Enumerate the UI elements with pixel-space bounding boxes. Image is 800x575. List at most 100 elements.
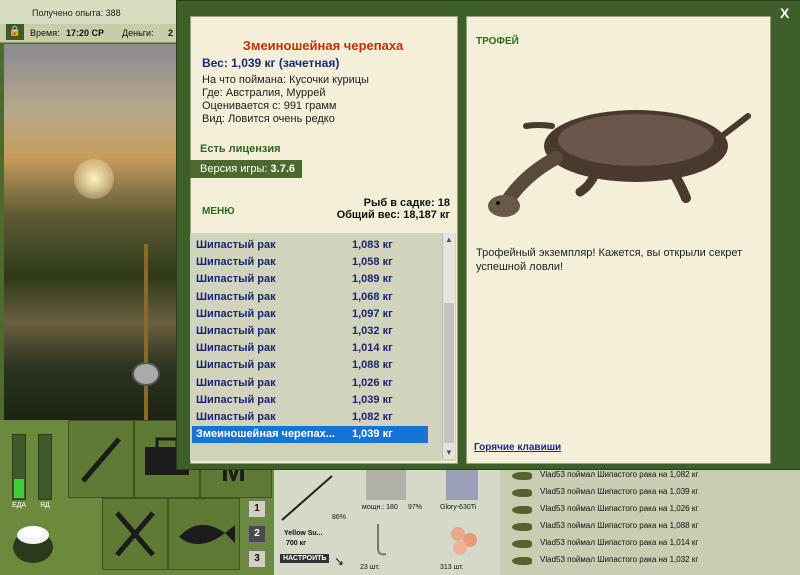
log-line: Vlad53 поймал Шипастого рака на 1,032 кг — [540, 555, 699, 564]
scroll-down-icon[interactable]: ▼ — [445, 448, 453, 457]
catch-name: Шипастый рак — [196, 342, 276, 355]
fish-icon — [512, 506, 532, 514]
fishing-scene[interactable] — [4, 44, 176, 420]
catch-location: Где: Австралия, Муррей — [202, 87, 326, 99]
reel-info: мощн.: 180 — [362, 504, 398, 511]
rod-name: Yellow Su... — [284, 530, 323, 537]
trophy-panel — [466, 16, 771, 464]
version-label: Версия игры: — [200, 163, 268, 175]
catch-list-row[interactable]: Шипастый рак 1,032 кг — [192, 323, 428, 340]
lock-icon[interactable]: 🔒 — [6, 24, 24, 40]
fish-icon — [512, 472, 532, 480]
catch-weight: 1,014 кг — [352, 342, 393, 355]
bait-icon — [451, 527, 477, 555]
fish-icon — [512, 489, 532, 497]
line-name: Glory-630Ti — [440, 504, 477, 511]
rod-image — [144, 244, 148, 420]
catch-name: Шипастый рак — [196, 393, 276, 406]
catch-list-row[interactable]: Шипастый рак 1,058 кг — [192, 254, 428, 271]
fish-icon — [179, 524, 235, 545]
rod-icon — [281, 475, 333, 521]
catch-list-row[interactable]: Шипастый рак 1,097 кг — [192, 306, 428, 323]
money-label: Деньги: — [122, 28, 154, 38]
fish-name: Змеиношейная черепаха — [242, 38, 404, 53]
reel-slot[interactable] — [366, 470, 406, 500]
rod-percent: 86% — [332, 514, 347, 521]
line-slot[interactable] — [446, 470, 478, 500]
bait-slot[interactable] — [446, 520, 482, 560]
catch-weight: 1,083 кг — [352, 239, 393, 251]
log-line: Vlad53 поймал Шипастого рака на 1,014 кг — [540, 538, 699, 547]
poison-label: ЯД — [40, 502, 50, 509]
food-meter-fill — [14, 479, 24, 498]
page-button-2[interactable]: 2 — [248, 525, 266, 543]
catch-list-row[interactable]: Шипастый рак 1,039 кг — [192, 392, 428, 409]
keepnet-count: Рыб в садке: 18 — [363, 197, 450, 209]
page-button-1[interactable]: 1 — [248, 500, 266, 518]
catch-weight: 1,097 кг — [352, 307, 393, 320]
reel-percent: 97% — [408, 504, 423, 511]
close-button[interactable]: X — [780, 5, 789, 21]
food-button[interactable] — [102, 498, 168, 570]
poison-meter — [38, 434, 52, 500]
catch-weight: 1,088 кг — [352, 359, 393, 372]
cauldron-icon[interactable] — [8, 515, 58, 567]
catch-name: Шипастый рак — [196, 376, 276, 389]
page-button-3[interactable]: 3 — [248, 550, 266, 568]
hook-icon — [377, 524, 387, 556]
rod-slot[interactable] — [278, 472, 334, 524]
catch-list-row[interactable]: Шипастый рак 1,068 кг — [192, 289, 428, 306]
license-status: Есть лицензия — [200, 143, 281, 155]
fish-weight: Вес: 1,039 кг (зачетная) — [202, 56, 340, 70]
menu-link[interactable]: МЕНЮ — [202, 206, 235, 217]
catch-weight: 1,039 кг — [352, 393, 393, 406]
catch-list-scrollbar[interactable]: ▲ ▼ — [442, 233, 455, 459]
log-line: Vlad53 поймал Шипастого рака на 1,026 кг — [540, 504, 699, 513]
version-badge: Версия игры: 3.7.6 — [190, 160, 302, 178]
tune-button[interactable]: НАСТРОИТЬ — [280, 554, 330, 563]
total-weight: Общий вес: 18,187 кг — [336, 209, 450, 221]
catch-name: Шипастый рак — [196, 256, 276, 269]
time-value: 17:20 СР — [66, 28, 105, 38]
catch-name: Шипастый рак — [196, 325, 276, 337]
fish-icon — [512, 523, 532, 531]
rod-icon — [81, 437, 121, 483]
hotkeys-link[interactable]: Горячие клавиши — [474, 442, 561, 453]
catch-list-row[interactable]: Шипастый рак 1,089 кг — [192, 271, 428, 288]
bait-count: 313 шт. — [440, 564, 464, 571]
turtle-image — [486, 96, 754, 230]
catch-list-row[interactable]: Змеиношейная черепах... 1,039 кг — [192, 426, 428, 444]
fish-atlas-button[interactable] — [168, 498, 240, 570]
catch-list-row[interactable]: Шипастый рак 1,088 кг — [192, 357, 428, 374]
catch-weight: 1,068 кг — [352, 290, 393, 303]
catch-name: Шипастый рак — [196, 290, 276, 303]
catch-name: Змеиношейная черепах... — [196, 428, 335, 441]
experience-text: Получено опыта: 388 — [32, 8, 121, 18]
log-line: Vlad53 поймал Шипастого рака на 1,088 кг — [540, 521, 699, 530]
reel-image — [132, 362, 160, 386]
catch-list[interactable]: Шипастый рак 1,083 кг Шипастый рак 1,058 кг… — [190, 233, 456, 461]
catch-weight: 1,089 кг — [352, 273, 393, 286]
scroll-up-icon[interactable]: ▲ — [445, 235, 453, 244]
catch-list-row[interactable]: Шипастый рак 1,014 кг — [192, 340, 428, 357]
fork-knife-icon — [115, 511, 155, 557]
catch-weight: 1,026 кг — [352, 376, 393, 389]
species-rarity: Вид: Ловится очень редко — [202, 113, 335, 125]
catch-list-row[interactable]: Шипастый рак 1,082 кг — [192, 409, 428, 426]
catch-name: Шипастый рак — [196, 239, 276, 251]
catch-list-row[interactable]: Шипастый рак 1,083 кг — [192, 237, 428, 254]
arrow-icon: ↘ — [334, 554, 345, 568]
log-line: Vlad53 поймал Шипастого рака на 1,082 кг — [540, 470, 699, 479]
catch-list-row[interactable]: Шипастый рак 1,026 кг — [192, 375, 428, 392]
scrollbar-thumb[interactable] — [444, 303, 454, 443]
rods-button[interactable] — [68, 420, 134, 498]
rod-weight: 700 кг — [286, 540, 307, 547]
hook-count: 23 шт. — [360, 564, 380, 571]
hook-slot[interactable] — [366, 520, 396, 560]
trophy-message: Трофейный экземпляр! Кажется, вы открыли… — [476, 247, 743, 273]
catch-weight: 1,032 кг — [352, 325, 393, 337]
sun-glow — [74, 159, 114, 199]
catch-weight: 1,039 кг — [352, 428, 393, 441]
catch-name: Шипастый рак — [196, 359, 276, 372]
money-value: 2 — [168, 28, 174, 38]
